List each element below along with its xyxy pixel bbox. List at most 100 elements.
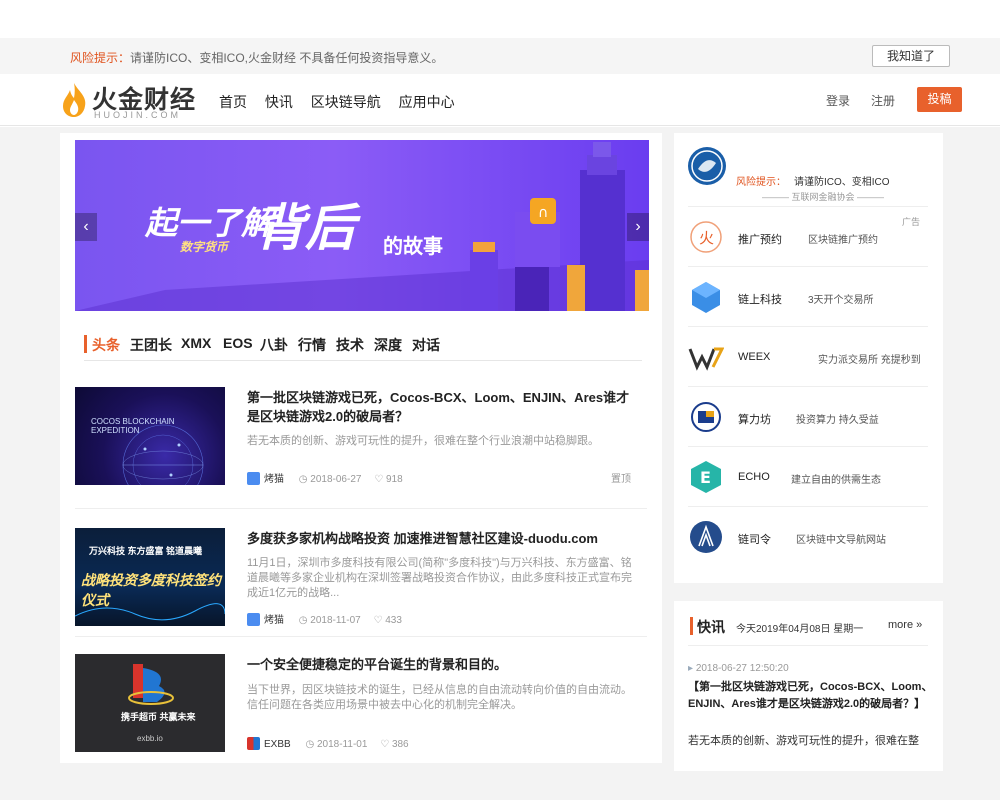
article-desc: 11月1日，深圳市多度科技有限公司(简称"多度科技")与万兴科技、东方盛富、铭道… — [247, 557, 632, 599]
nav-item-apps[interactable]: 应用中心 — [399, 94, 455, 110]
article-author[interactable]: 烤猫 — [264, 615, 284, 626]
tab-indicator-bar — [84, 335, 87, 353]
nav-item-flash[interactable]: 快讯 — [265, 94, 293, 110]
article-meta: 烤猫 ◷ 2018-06-27 ♡ 918 — [247, 470, 403, 485]
login-link[interactable]: 登录 — [826, 92, 850, 109]
risk-notice-label: 风险提示： — [70, 51, 131, 65]
tab-market[interactable]: 行情 — [298, 335, 326, 355]
tab-dialogue[interactable]: 对话 — [412, 335, 440, 355]
thumb-wave — [75, 603, 225, 621]
thumb-caption: 万兴科技 东方盛富 铭道晨曦 — [89, 546, 203, 556]
svg-text:火: 火 — [699, 229, 714, 247]
article-item[interactable]: COCOS BLOCKCHAIN EXPEDITION 第一批区块链游戏已死，C… — [75, 387, 647, 487]
cube-logo-icon — [692, 282, 720, 313]
flash-item-title[interactable]: 【第一批区块链游戏已死，Cocos-BCX、Loom、ENJIN、Ares谁才是… — [688, 679, 933, 713]
partner-desc: 区块链中文导航网站 — [796, 535, 886, 546]
flame-logo-icon — [63, 83, 86, 117]
partner-name: 算力坊 — [738, 414, 771, 426]
flash-news-panel: 快讯 今天2019年04月08日 星期一 more » ▸ 2018-06-27… — [674, 601, 943, 771]
lisiling-logo-icon — [690, 521, 722, 553]
author-avatar-icon — [247, 613, 260, 626]
partner-name: 推广预约 — [738, 234, 782, 246]
article-title[interactable]: 第一批区块链游戏已死，Cocos-BCX、Loom、ENJIN、Ares谁才是区… — [247, 388, 637, 426]
divider — [688, 645, 928, 646]
article-date: 2018-11-07 — [310, 615, 361, 626]
nav-item-home[interactable]: 首页 — [219, 94, 247, 110]
partner-item-weex[interactable]: WEEX 实力派交易所 充提秒到 — [688, 326, 928, 386]
tab-headline[interactable]: 头条 — [92, 335, 120, 355]
article-date: 2018-11-01 — [316, 739, 368, 750]
site-header: 火金财经 HUOJIN.COM 首页 快讯 区块链导航 应用中心 登录 注册 投… — [0, 74, 1000, 126]
author-avatar-icon — [247, 472, 260, 485]
banner-next-arrow-icon[interactable]: › — [627, 213, 649, 241]
article-thumbnail[interactable]: 万兴科技 东方盛富 铭道晨曦 战略投资多度科技签约仪式 — [75, 528, 225, 626]
article-author[interactable]: 烤猫 — [264, 474, 284, 485]
sidebar-risk-label: 风险提示： — [736, 177, 786, 188]
thumb-caption: 携手超币 共赢未来 — [121, 712, 196, 722]
flash-date: 今天2019年04月08日 星期一 — [736, 624, 864, 635]
tab-xmx[interactable]: XMX — [181, 335, 211, 351]
sidebar-partners: 风险提示： 请谨防ICO、变相ICO ——— 互联网金融协会 ——— 广告 火 … — [674, 133, 943, 583]
clock-icon: ◷ — [298, 615, 308, 626]
sidebar-risk-source: ——— 互联网金融协会 ——— — [762, 192, 885, 202]
like-icon: ♡ — [373, 615, 383, 626]
divider — [75, 508, 647, 509]
partner-desc: 投资算力 持久受益 — [796, 415, 879, 426]
weex-logo-icon — [688, 347, 724, 371]
article-likes: 386 — [391, 739, 409, 750]
partner-item-suanlifang[interactable]: 算力坊 投资算力 持久受益 — [688, 386, 928, 446]
partner-item-lianshang[interactable]: 链上科技 3天开个交易所 — [688, 266, 928, 326]
partner-item-promo[interactable]: 火 推广预约 区块链推广预约 — [688, 206, 928, 266]
banner-subtitle: 数字货币 — [180, 240, 229, 254]
like-icon: ♡ — [380, 739, 390, 750]
fire-circle-icon: 火 — [690, 221, 722, 253]
pinned-tag: 置顶 — [611, 474, 631, 485]
tab-depth[interactable]: 深度 — [374, 335, 402, 355]
flash-item-desc: 若无本质的创新、游戏可玩性的提升，很难在整 — [688, 735, 919, 747]
site-logo[interactable]: 火金财经 HUOJIN.COM — [60, 80, 200, 120]
association-badge-icon — [688, 147, 726, 185]
risk-notice-text: 风险提示：请谨防ICO、变相ICO,火金财经 不具备任何投资指导意义。 — [70, 49, 443, 66]
partner-desc: 建立自由的供需生态 — [791, 475, 881, 486]
thumb-url: exbb.io — [137, 734, 163, 743]
partner-name: 链司令 — [738, 534, 771, 546]
author-avatar-icon — [247, 737, 260, 750]
risk-notice-bar: 风险提示：请谨防ICO、变相ICO,火金财经 不具备任何投资指导意义。 我知道了 — [0, 38, 1000, 74]
banner-carousel[interactable]: ∩ 起一了解 数字货币 背后 的故事 ‹ › — [75, 140, 649, 311]
suanlifang-logo-icon — [691, 402, 721, 432]
article-item[interactable]: 万兴科技 东方盛富 铭道晨曦 战略投资多度科技签约仪式 多度获多家机构战略投资 … — [75, 528, 647, 628]
tab-wang[interactable]: 王团长 — [130, 335, 172, 355]
partner-item-echo[interactable]: E ECHO 建立自由的供需生态 — [688, 446, 928, 506]
svg-text:E: E — [700, 468, 711, 487]
banner-headline-suffix: 的故事 — [383, 236, 443, 258]
main-nav: 首页 快讯 区块链导航 应用中心 — [219, 92, 469, 112]
banner-prev-arrow-icon[interactable]: ‹ — [75, 213, 97, 241]
svg-text:∩: ∩ — [538, 205, 548, 221]
article-title[interactable]: 多度获多家机构战略投资 加速推进智慧社区建设-duodu.com — [247, 529, 637, 548]
nav-item-blockchain-nav[interactable]: 区块链导航 — [311, 94, 381, 110]
flash-item-time: ▸ 2018-06-27 12:50:20 — [688, 663, 789, 674]
dismiss-notice-button[interactable]: 我知道了 — [872, 45, 950, 67]
article-date: 2018-06-27 — [310, 474, 362, 485]
tab-gossip[interactable]: 八卦 — [260, 335, 288, 355]
register-link[interactable]: 注册 — [871, 92, 895, 109]
tab-eos[interactable]: EOS — [223, 335, 253, 351]
partner-item-lisiling[interactable]: 链司令 区块链中文导航网站 — [688, 506, 928, 566]
flash-heading: 快讯 — [697, 619, 725, 635]
tab-tech[interactable]: 技术 — [336, 335, 364, 355]
article-item[interactable]: 携手超币 共赢未来 exbb.io 一个安全便捷稳定的平台诞生的背景和目的。 当… — [75, 654, 647, 754]
divider — [75, 636, 647, 637]
article-thumbnail[interactable]: COCOS BLOCKCHAIN EXPEDITION — [75, 387, 225, 485]
echo-logo-icon: E — [691, 461, 721, 493]
article-title[interactable]: 一个安全便捷稳定的平台诞生的背景和目的。 — [247, 655, 637, 674]
article-likes: 433 — [385, 615, 402, 626]
like-icon: ♡ — [374, 474, 384, 485]
main-content: ∩ 起一了解 数字货币 背后 的故事 ‹ › 头条 王团长 XMX EOS 八卦… — [60, 133, 662, 763]
submit-post-button[interactable]: 投稿 — [917, 87, 962, 112]
triangle-bullet-icon: ▸ — [688, 663, 696, 674]
article-thumbnail[interactable]: 携手超币 共赢未来 exbb.io — [75, 654, 225, 752]
article-desc: 当下世界，因区块链技术的诞生，已经从信息的自由流动转向价值的自由流动。信任问题在… — [247, 684, 632, 711]
article-author[interactable]: EXBB — [264, 739, 291, 750]
clock-icon: ◷ — [305, 739, 315, 750]
flash-more-link[interactable]: more » — [888, 619, 922, 631]
